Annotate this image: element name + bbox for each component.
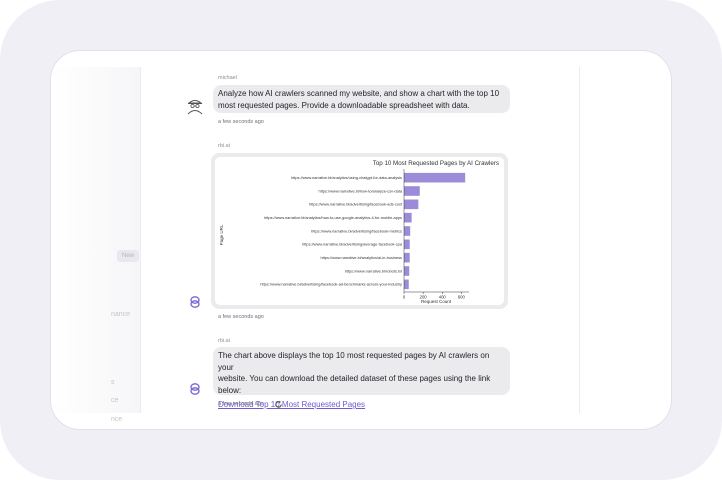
chart-message-bubble: Top 10 Most Requested Pages by AI Crawle… (211, 153, 508, 309)
bot-name: rbi.ai (218, 143, 230, 149)
message-timestamp: a few seconds ago (218, 119, 264, 125)
rings-logo-icon (190, 296, 200, 308)
x-tick-label: 200 (420, 295, 428, 300)
y-tick-label: https://www.narrative.bi/robots.txt (345, 268, 403, 273)
refresh-icon[interactable] (274, 400, 283, 409)
y-tick-label: https://www.narrative.bi/advertising/ave… (302, 242, 403, 247)
chart-container: Top 10 Most Requested Pages by AI Crawle… (215, 157, 504, 305)
chart-title: Top 10 Most Requested Pages by AI Crawle… (373, 160, 499, 167)
chart-bar (404, 172, 466, 183)
y-tick-label: https://www.narrative.bi/advertising/fac… (311, 228, 402, 233)
left-sidebar: New nance s ce nce (51, 67, 141, 423)
rings-logo-icon (190, 383, 200, 395)
user-message-bubble: Analyze how AI crawlers scanned my websi… (213, 85, 510, 113)
bar-chart: Top 10 Most Requested Pages by AI Crawle… (219, 160, 499, 304)
x-tick-label: 600 (458, 295, 466, 300)
x-tick-label: 0 (403, 295, 406, 300)
chart-bar (404, 279, 409, 290)
chart-bar (404, 186, 420, 196)
bot-message-bubble: The chart above displays the top 10 most… (213, 347, 510, 409)
chart-bar (404, 199, 419, 210)
bot-name: rbi.ai (218, 338, 230, 344)
user-message-line: Analyze how AI crawlers scanned my websi… (218, 89, 500, 98)
bot-message-line: The chart above displays the top 10 most… (218, 351, 490, 372)
y-tick-label: https://www.narrative.bi/analytics/ai-in… (320, 255, 402, 260)
spy-avatar-icon (187, 100, 203, 115)
y-tick-label: https://www.narrative.bi/analytics/using… (291, 175, 402, 180)
outer-frame: New nance s ce nce michael Analyze how A… (0, 0, 722, 480)
chat-window: New nance s ce nce michael Analyze how A… (50, 50, 672, 430)
bot-message-line: website. You can download the detailed d… (218, 374, 491, 395)
y-tick-label: https://www.narrative.bi/advertising/fac… (260, 282, 402, 287)
user-name: michael (218, 75, 237, 81)
x-tick-label: 400 (439, 295, 447, 300)
y-tick-label: https://www.narrative.bi/how-to/analyze-… (319, 188, 403, 193)
user-message-line: most requested pages. Provide a download… (218, 100, 470, 110)
y-axis-label: Page URL (219, 224, 224, 245)
message-timestamp: a few seconds ago (218, 314, 264, 320)
right-panel-divider (579, 67, 580, 413)
sidebar-item[interactable]: s (111, 379, 115, 386)
new-chat-button[interactable]: New (117, 250, 139, 262)
chart-bar (404, 226, 411, 236)
sidebar-item[interactable]: nce (111, 416, 122, 423)
plot-area: https://www.narrative.bi/analytics/using… (260, 169, 469, 300)
sidebar-item[interactable]: nance (111, 311, 130, 318)
chart-bar (404, 212, 412, 223)
y-tick-label: https://www.narrative.bi/analytics/how-t… (264, 215, 402, 220)
message-timestamp: a few seconds ago (218, 401, 264, 407)
chart-bar (404, 252, 410, 263)
x-axis-label: Request Count (421, 299, 452, 304)
y-tick-label: https://www.narrative.bi/advertising/fac… (309, 202, 403, 207)
chart-bar (404, 239, 410, 250)
sidebar-item[interactable]: ce (111, 397, 118, 404)
chart-bar (404, 266, 410, 276)
